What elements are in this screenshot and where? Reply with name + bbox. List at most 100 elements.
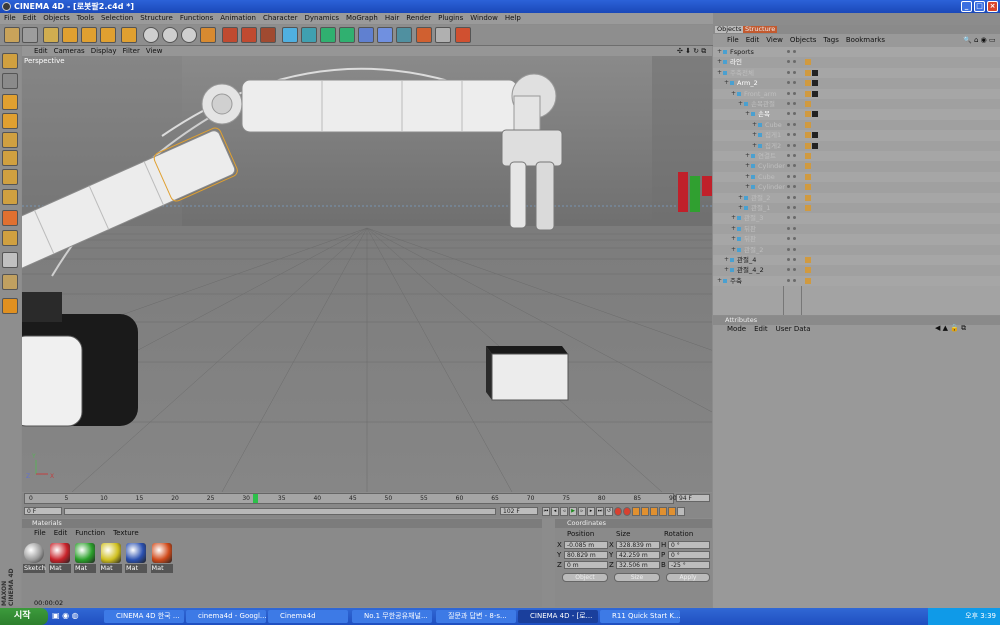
object-row[interactable]: + 뒤판 [713,223,1000,235]
use-polygons-icon[interactable] [2,132,18,148]
object-name[interactable]: 라인 [730,57,742,67]
expand-toggle-icon[interactable]: + [724,78,729,88]
object-tag-icon[interactable] [805,80,811,87]
object-tag-icon[interactable] [812,132,818,139]
timeline-ruler[interactable]: 0 5 10 15 20 25 30 35 40 45 50 55 60 65 70 75 80 85 90 [24,493,677,504]
object-row[interactable]: + 집게2 [713,140,1000,151]
object-tag-icon[interactable] [805,59,811,66]
object-row[interactable]: + 관절_3 [713,213,1000,224]
render-visibility-dot[interactable] [793,50,796,53]
objects-menu-objects[interactable]: Objects [790,36,816,45]
object-name[interactable]: 주축 [730,276,742,286]
object-name[interactable]: Cube [758,172,775,182]
object-tag-icon[interactable] [805,205,811,211]
expand-toggle-icon[interactable]: + [752,120,757,130]
object-tag-icon[interactable] [805,132,811,139]
editor-visibility-dot[interactable] [787,185,790,189]
object-name[interactable]: 관절_2 [744,245,763,255]
expand-toggle-icon[interactable]: + [731,213,736,223]
key-scale-icon[interactable] [641,507,649,516]
rotate-icon[interactable] [100,27,116,43]
taskbar-item[interactable]: Cinema4d [268,610,348,623]
taskbar-item[interactable]: CINEMA 4D - [로... [518,610,598,623]
expand-toggle-icon[interactable]: + [724,265,729,275]
expand-toggle-icon[interactable]: + [731,234,736,244]
material-swatch[interactable]: Sketch [23,542,46,574]
end-frame-field[interactable]: 94 F [676,494,710,502]
objects-menu-view[interactable]: View [766,36,783,45]
object-tag-icon[interactable] [805,142,811,149]
object-tag-icon[interactable] [805,184,811,191]
object-row[interactable]: + 주축전체 [713,67,1000,79]
menu-help[interactable]: Help [505,13,521,24]
object-tag-icon[interactable] [812,90,818,97]
expand-toggle-icon[interactable]: + [731,245,736,255]
object-name[interactable]: 뒤판 [744,234,756,244]
editor-visibility-dot[interactable] [787,206,790,209]
editor-visibility-dot[interactable] [787,216,790,220]
objects-menu-file[interactable]: File [727,36,739,45]
spline-icon[interactable] [301,27,317,43]
object-row[interactable]: + Fsports [713,47,1000,58]
object-row[interactable]: + 라인 [713,57,1000,68]
render-picture-icon[interactable] [241,27,257,43]
taskbar-item[interactable]: No.1 무한공유채널... [352,610,432,623]
material-swatch[interactable]: Mat [125,542,147,574]
expand-toggle-icon[interactable]: + [738,99,743,109]
object-tag-icon[interactable] [805,90,811,97]
render-visibility-dot[interactable] [793,206,796,209]
range-slider[interactable] [64,508,496,515]
object-row[interactable]: + Cube [713,119,1000,131]
render-visibility-dot[interactable] [793,278,796,282]
size-field[interactable]: 32.506 m [616,561,660,569]
coordinate-system-icon[interactable] [200,27,216,43]
editor-visibility-dot[interactable] [787,226,790,230]
quick-launch-icons[interactable]: ▣ ◉ ◍ [52,611,79,620]
taskbar-item[interactable]: cinema4d - Googl... [186,610,266,623]
material-swatch[interactable]: Mat [99,542,122,574]
menu-objects[interactable]: Objects [43,13,69,24]
next-key-icon[interactable]: ▸ [587,507,595,516]
rotation-field[interactable]: 0 ° [668,551,710,559]
rotation-field[interactable]: 0 ° [668,541,710,549]
tab-structure[interactable]: Structure [743,26,778,33]
record-icon[interactable] [614,507,622,516]
menu-window[interactable]: Window [470,13,498,24]
render-visibility-dot[interactable] [793,258,796,261]
key-pla-icon[interactable] [668,507,676,516]
render-visibility-dot[interactable] [793,133,796,137]
expand-toggle-icon[interactable]: + [717,57,722,67]
play-icon[interactable]: ▶ [569,507,577,516]
timeline-options-icon[interactable] [677,507,685,516]
editor-visibility-dot[interactable] [787,258,790,261]
object-name[interactable]: 관절_3 [744,213,763,223]
viewport-menu-edit[interactable]: Edit [34,46,48,56]
editor-visibility-dot[interactable] [787,60,790,64]
object-tag-icon[interactable] [812,69,818,76]
render-visibility-dot[interactable] [793,164,796,168]
object-name[interactable]: Cylinder [758,182,785,192]
tweak-mode-icon[interactable] [2,210,18,226]
material-swatch[interactable]: Mat [48,542,71,574]
object-tag-icon[interactable] [805,69,811,76]
array-icon[interactable] [339,27,355,43]
snap-icon[interactable] [2,230,18,246]
close-button[interactable]: × [987,1,998,12]
expand-toggle-icon[interactable]: + [745,172,750,182]
deformer-icon[interactable] [358,27,374,43]
use-model-icon[interactable] [2,53,18,69]
object-row[interactable]: + 관절_2 [713,244,1000,255]
taskbar-item[interactable]: 질문과 답변 - 8-s... [436,610,516,623]
size-mode-dropdown[interactable]: Size [614,573,660,582]
object-tag-icon[interactable] [805,277,811,284]
move-icon[interactable] [62,27,78,43]
attributes-menu-edit[interactable]: Edit [754,325,768,334]
live-select-icon[interactable] [121,27,137,43]
object-name[interactable]: 관절_4 [737,255,756,265]
object-name[interactable]: Cube [765,120,782,130]
key-param-icon[interactable] [659,507,667,516]
key-rotation-icon[interactable] [650,507,658,516]
key-position-icon[interactable] [632,507,640,516]
select-arrow-icon[interactable] [43,27,59,43]
redo-icon[interactable] [22,27,38,43]
